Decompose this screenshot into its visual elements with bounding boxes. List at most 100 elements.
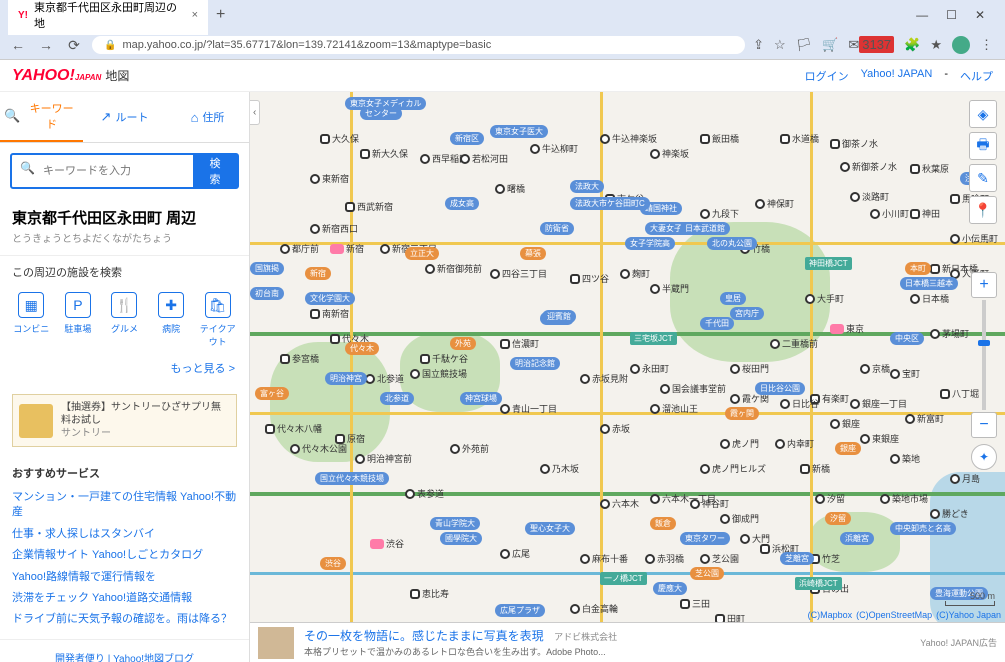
station-白金高輪[interactable]: 白金高輪: [570, 602, 618, 615]
dev-blog-link[interactable]: 開発者便り: [55, 654, 105, 662]
collapse-sidebar-button[interactable]: ‹: [250, 100, 260, 125]
service-link[interactable]: Yahoo!路線情報で運行情報を: [12, 567, 237, 588]
help-link[interactable]: ヘルプ: [960, 68, 993, 84]
station-月島[interactable]: 月島: [950, 472, 980, 485]
station-新御茶ノ水[interactable]: 新御茶ノ水: [840, 160, 897, 173]
station-半蔵門[interactable]: 半蔵門: [650, 282, 689, 295]
reload-button[interactable]: ⟳: [64, 37, 84, 54]
station-渋谷[interactable]: 渋谷: [370, 537, 404, 550]
station-新宿御苑前[interactable]: 新宿御苑前: [425, 262, 482, 275]
profile-avatar[interactable]: [952, 36, 970, 54]
bottom-ad[interactable]: その一枚を物語に。感じたままに写真を表現 アドビ株式会社 本格プリセットで温かみ…: [250, 622, 1005, 662]
station-勝どき[interactable]: 勝どき: [930, 507, 969, 520]
station-日本橋[interactable]: 日本橋: [910, 292, 949, 305]
station-千駄ケ谷[interactable]: 千駄ケ谷: [420, 352, 468, 365]
station-小伝馬町[interactable]: 小伝馬町: [950, 232, 998, 245]
ext-flag-icon[interactable]: 🏳: [796, 37, 813, 53]
station-西武新宿[interactable]: 西武新宿: [345, 200, 393, 213]
station-神楽坂[interactable]: 神楽坂: [650, 147, 689, 160]
station-東京[interactable]: 東京: [830, 322, 864, 335]
station-六本木[interactable]: 六本木: [600, 497, 639, 510]
service-link[interactable]: 渋滞をチェック Yahoo!道路交通情報: [12, 588, 237, 609]
station-京橋[interactable]: 京橋: [860, 362, 890, 375]
station-乃木坂[interactable]: 乃木坂: [540, 462, 579, 475]
map-area[interactable]: ‹ 東新宿大久保新大久保西早稲田若松河田曙橋牛込柳町牛込神楽坂神楽坂飯田橋市ケ谷…: [250, 92, 1005, 662]
close-window-icon[interactable]: ✕: [975, 8, 985, 22]
station-内幸町[interactable]: 内幸町: [775, 437, 814, 450]
address-bar[interactable]: 🔒 map.yahoo.co.jp/?lat=35.67717&lon=139.…: [92, 36, 745, 54]
station-虎ノ門[interactable]: 虎ノ門: [720, 437, 759, 450]
station-原宿[interactable]: 原宿: [335, 432, 365, 445]
ext-cart-icon[interactable]: 🛒: [822, 37, 838, 53]
station-秋葉原[interactable]: 秋葉原: [910, 162, 949, 175]
tab-route[interactable]: ↗ルート: [83, 92, 166, 142]
share-icon[interactable]: ⇪: [753, 37, 764, 53]
station-築地[interactable]: 築地: [890, 452, 920, 465]
maximize-icon[interactable]: ☐: [946, 8, 957, 22]
zoom-slider[interactable]: [982, 300, 986, 410]
search-input[interactable]: [35, 155, 193, 187]
station-銀座[interactable]: 銀座: [830, 417, 860, 430]
station-麹町[interactable]: 麹町: [620, 267, 650, 280]
station-二重橋前[interactable]: 二重橋前: [770, 337, 818, 350]
station-明治神宮前[interactable]: 明治神宮前: [355, 452, 412, 465]
browser-tab[interactable]: Y! 東京都千代田区永田町周辺の地 ×: [8, 0, 208, 35]
station-国会議事堂前[interactable]: 国会議事堂前: [660, 382, 726, 395]
station-代々木八幡[interactable]: 代々木八幡: [265, 422, 322, 435]
category-テイクアウト[interactable]: 🛍テイクアウト: [196, 292, 240, 348]
station-東銀座[interactable]: 東銀座: [860, 432, 899, 445]
station-新橋[interactable]: 新橋: [800, 462, 830, 475]
station-築地市場[interactable]: 築地市場: [880, 492, 928, 505]
map-canvas[interactable]: 東新宿大久保新大久保西早稲田若松河田曙橋牛込柳町牛込神楽坂神楽坂飯田橋市ケ谷水道…: [250, 92, 1005, 662]
pin-button[interactable]: 📍: [969, 196, 997, 224]
station-神保町[interactable]: 神保町: [755, 197, 794, 210]
station-四谷三丁目[interactable]: 四谷三丁目: [490, 267, 547, 280]
station-参宮橋[interactable]: 参宮橋: [280, 352, 319, 365]
station-国立競技場[interactable]: 国立競技場: [410, 367, 467, 380]
yahoo-japan-link[interactable]: Yahoo! JAPAN: [861, 68, 933, 84]
map-blog-link[interactable]: Yahoo!地図ブログ: [113, 654, 194, 662]
tab-address[interactable]: ⌂住所: [166, 92, 249, 142]
ext-mail-icon[interactable]: ✉3137: [848, 37, 894, 53]
station-神田[interactable]: 神田: [910, 207, 940, 220]
station-都庁前[interactable]: 都庁前: [280, 242, 319, 255]
search-button[interactable]: 検索: [193, 155, 237, 187]
station-東新宿[interactable]: 東新宿: [310, 172, 349, 185]
layers-button[interactable]: ◈: [969, 100, 997, 128]
station-茅場町[interactable]: 茅場町: [930, 327, 969, 340]
station-四ツ谷[interactable]: 四ツ谷: [570, 272, 609, 285]
print-button[interactable]: 🖶: [969, 132, 997, 160]
ext-puzzle2-icon[interactable]: ★: [930, 37, 942, 53]
station-芝公園[interactable]: 芝公園: [700, 552, 739, 565]
station-若松河田[interactable]: 若松河田: [460, 152, 508, 165]
edit-button[interactable]: ✎: [969, 164, 997, 192]
forward-button[interactable]: →: [36, 37, 56, 53]
station-広尾[interactable]: 広尾: [500, 547, 530, 560]
station-日比谷[interactable]: 日比谷: [780, 397, 819, 410]
more-link[interactable]: もっと見る >: [171, 363, 235, 375]
compass-button[interactable]: ✦: [971, 444, 997, 470]
station-九段下[interactable]: 九段下: [700, 207, 739, 220]
service-link[interactable]: マンション・一戸建ての住宅情報 Yahoo!不動産: [12, 487, 237, 524]
station-水道橋[interactable]: 水道橋: [780, 132, 819, 145]
station-外苑前[interactable]: 外苑前: [450, 442, 489, 455]
service-link[interactable]: 仕事・求人探しはスタンバイ: [12, 524, 237, 545]
service-link[interactable]: 企業情報サイト Yahoo!しごとカタログ: [12, 545, 237, 566]
close-icon[interactable]: ×: [192, 9, 198, 21]
tab-keyword[interactable]: 🔍キーワード: [0, 92, 83, 142]
new-tab-button[interactable]: +: [216, 6, 225, 24]
station-信濃町[interactable]: 信濃町: [500, 337, 539, 350]
category-グルメ[interactable]: 🍴グルメ: [102, 292, 146, 348]
station-青山一丁目[interactable]: 青山一丁目: [500, 402, 557, 415]
minimize-icon[interactable]: —: [916, 8, 928, 22]
station-南新宿[interactable]: 南新宿: [310, 307, 349, 320]
station-赤坂[interactable]: 赤坂: [600, 422, 630, 435]
station-恵比寿[interactable]: 恵比寿: [410, 587, 449, 600]
station-牛込柳町[interactable]: 牛込柳町: [530, 142, 578, 155]
station-北参道[interactable]: 北参道: [365, 372, 404, 385]
zoom-in-button[interactable]: +: [971, 272, 997, 298]
station-竹芝[interactable]: 竹芝: [810, 552, 840, 565]
star-icon[interactable]: ☆: [774, 37, 786, 53]
menu-icon[interactable]: ⋮: [980, 37, 993, 53]
station-赤坂見附[interactable]: 赤坂見附: [580, 372, 628, 385]
